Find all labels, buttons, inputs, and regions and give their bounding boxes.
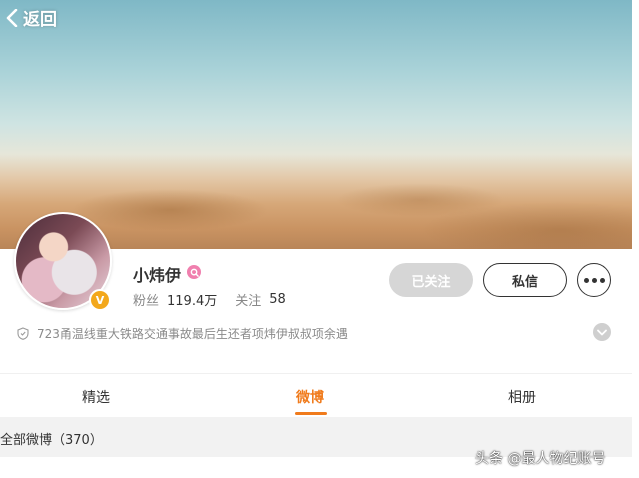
more-dot	[583, 277, 589, 283]
watermark: 头条 @最人物纪账号	[475, 451, 606, 467]
active-tab-indicator	[295, 412, 327, 415]
verified-badge-icon: V	[89, 289, 111, 311]
tab-weibo[interactable]: 微博	[296, 387, 324, 407]
more-dot	[599, 277, 605, 283]
tab-album[interactable]: 相册	[508, 387, 536, 407]
edge-strip	[632, 0, 639, 478]
member-glyph-icon	[190, 268, 199, 277]
member-icon[interactable]	[187, 265, 201, 279]
following-label: 关注	[235, 294, 262, 309]
back-label: 返回	[23, 10, 57, 30]
followed-button[interactable]: 已关注	[389, 263, 473, 297]
expand-chevron-icon	[597, 329, 607, 335]
back-chevron-icon	[6, 8, 18, 27]
more-dot	[591, 277, 597, 283]
profile-stats: 粉丝 119.4万 关注 58	[133, 290, 286, 309]
profile-name: 小炜伊	[133, 266, 182, 285]
message-button[interactable]: 私信	[483, 263, 567, 297]
all-weibo-label[interactable]: 全部微博（370）	[0, 429, 103, 448]
shield-icon	[17, 327, 29, 340]
tab-featured[interactable]: 精选	[82, 387, 110, 407]
following-count[interactable]: 58	[269, 292, 286, 307]
fans-count[interactable]: 119.4万	[167, 290, 217, 309]
cover-image	[0, 0, 632, 249]
more-button[interactable]	[577, 263, 611, 297]
back-button[interactable]: 返回	[6, 5, 57, 30]
bio: 723甬温线重大铁路交通事故最后生还者项炜伊叔叔项余遇	[17, 325, 348, 342]
bio-text: 723甬温线重大铁路交通事故最后生还者项炜伊叔叔项余遇	[37, 327, 348, 341]
fans-label: 粉丝	[133, 294, 160, 309]
expand-button[interactable]	[593, 323, 611, 341]
